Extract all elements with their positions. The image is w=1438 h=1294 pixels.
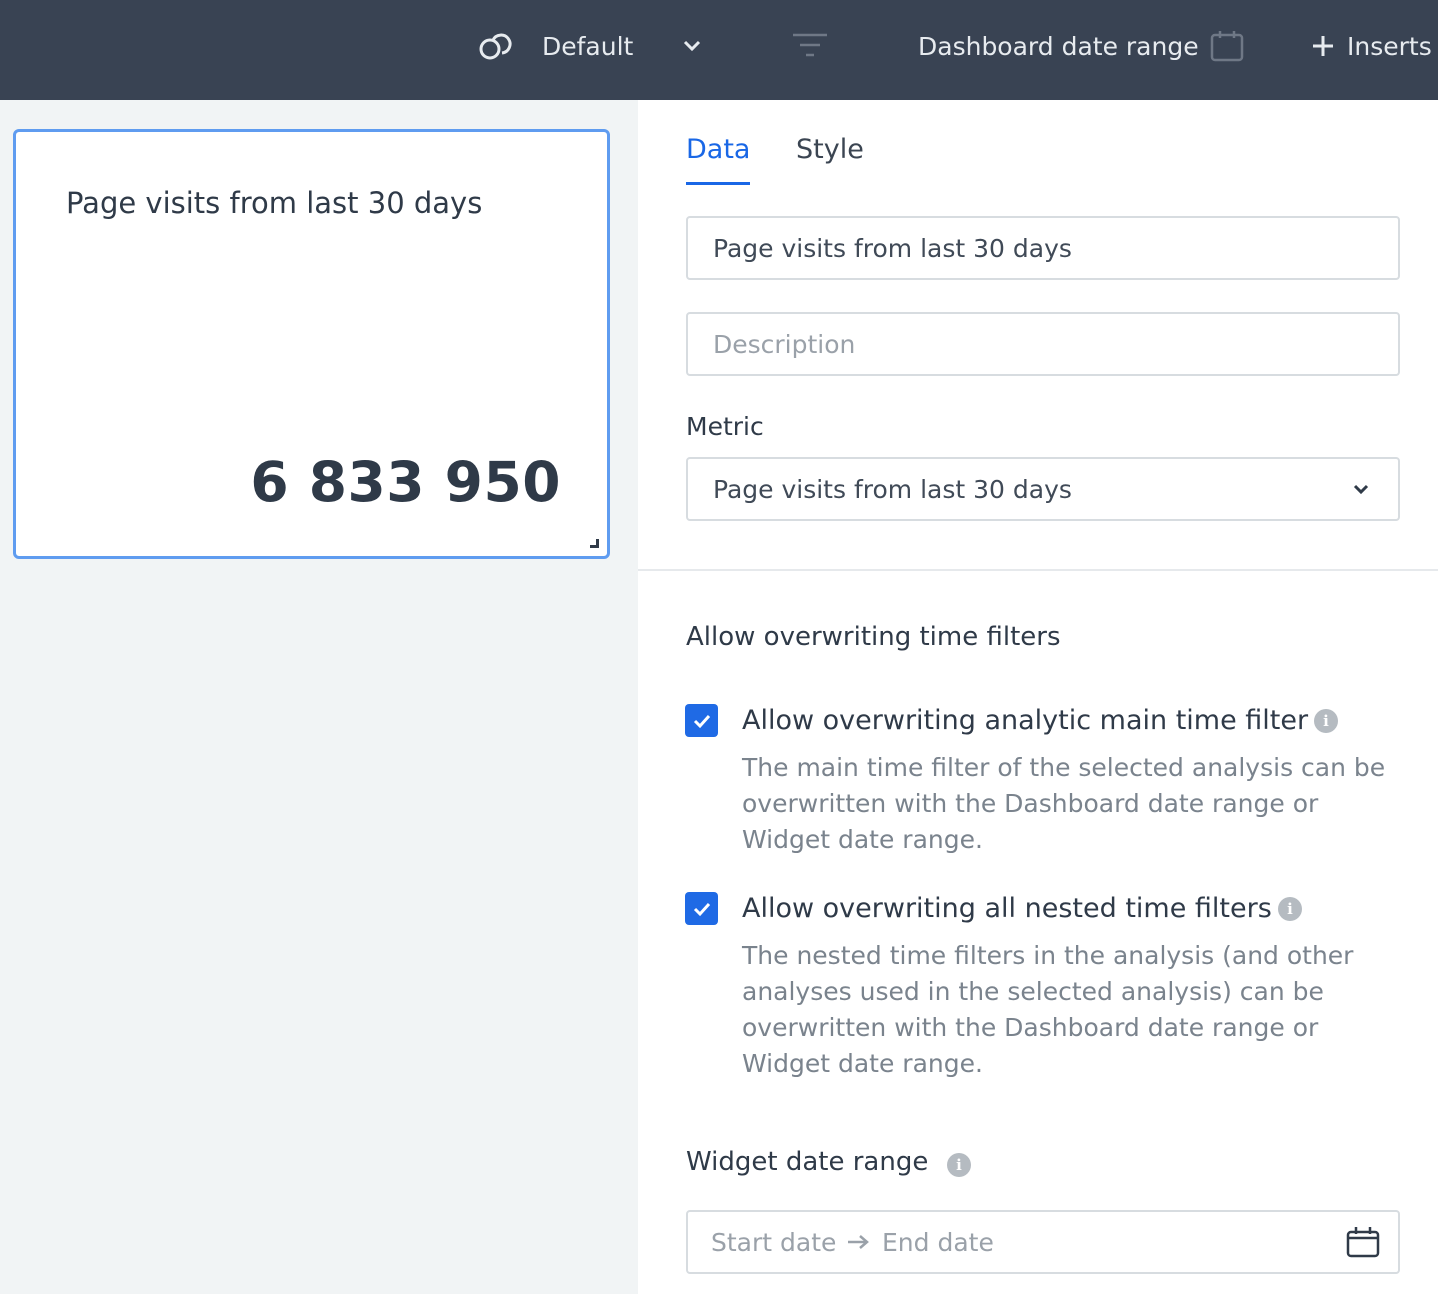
widget-name-input[interactable]: Page visits from last 30 days [686,216,1400,280]
description-input[interactable]: Description [686,312,1400,376]
metric-label: Metric [686,412,764,441]
widget-settings-panel: Data Style Page visits from last 30 days… [638,100,1438,1294]
tab-data[interactable]: Data [686,134,750,165]
filter-lines-icon[interactable] [790,0,830,92]
calendar-icon[interactable] [1346,1212,1380,1272]
arrow-right-icon [846,1212,870,1272]
info-icon[interactable]: i [1314,709,1338,733]
overlapping-circles-icon[interactable] [476,0,514,92]
tab-style[interactable]: Style [796,134,864,165]
plus-icon[interactable] [1310,0,1336,92]
main-time-filter-checkbox[interactable] [685,704,718,737]
info-icon[interactable]: i [947,1153,971,1177]
metric-widget[interactable]: Page visits from last 30 days 6 833 950 [13,129,610,559]
description-placeholder: Description [713,329,856,359]
chevron-down-icon [1352,459,1370,519]
time-filters-section-title: Allow overwriting time filters [686,622,1061,652]
nested-time-filters-title[interactable]: Allow overwriting all nested time filter… [742,893,1272,924]
widget-value: 6 833 950 [250,450,561,514]
chevron-down-icon[interactable] [680,0,704,92]
start-date-placeholder[interactable]: Start date [711,1212,836,1272]
active-tab-indicator [686,182,750,185]
layout-selector-label[interactable]: Default [542,0,633,92]
checkmark-icon [693,714,710,728]
main-time-filter-description: The main time filter of the selected ana… [742,753,1386,854]
dashboard-date-range-button[interactable]: Dashboard date range [918,0,1199,92]
inserts-button[interactable]: Inserts [1347,0,1432,92]
section-divider [638,569,1438,571]
info-icon[interactable]: i [1278,897,1302,921]
resize-handle-icon[interactable] [590,539,599,548]
widget-name-value: Page visits from last 30 days [713,233,1072,263]
widget-date-range-picker[interactable]: Start date End date [686,1210,1400,1274]
metric-select-value: Page visits from last 30 days [713,474,1072,504]
nested-time-filters-checkbox[interactable] [685,892,718,925]
end-date-placeholder[interactable]: End date [882,1212,994,1272]
checkmark-icon [693,902,710,916]
nested-time-filters-description: The nested time filters in the analysis … [742,941,1354,1078]
widget-date-range-label: Widget date range [686,1147,929,1177]
main-time-filter-title[interactable]: Allow overwriting analytic main time fil… [742,705,1308,736]
widget-title: Page visits from last 30 days [66,186,483,220]
metric-select[interactable]: Page visits from last 30 days [686,457,1400,521]
calendar-icon[interactable] [1209,0,1245,92]
top-bar: Default Dashboard date range Inserts [0,0,1438,100]
